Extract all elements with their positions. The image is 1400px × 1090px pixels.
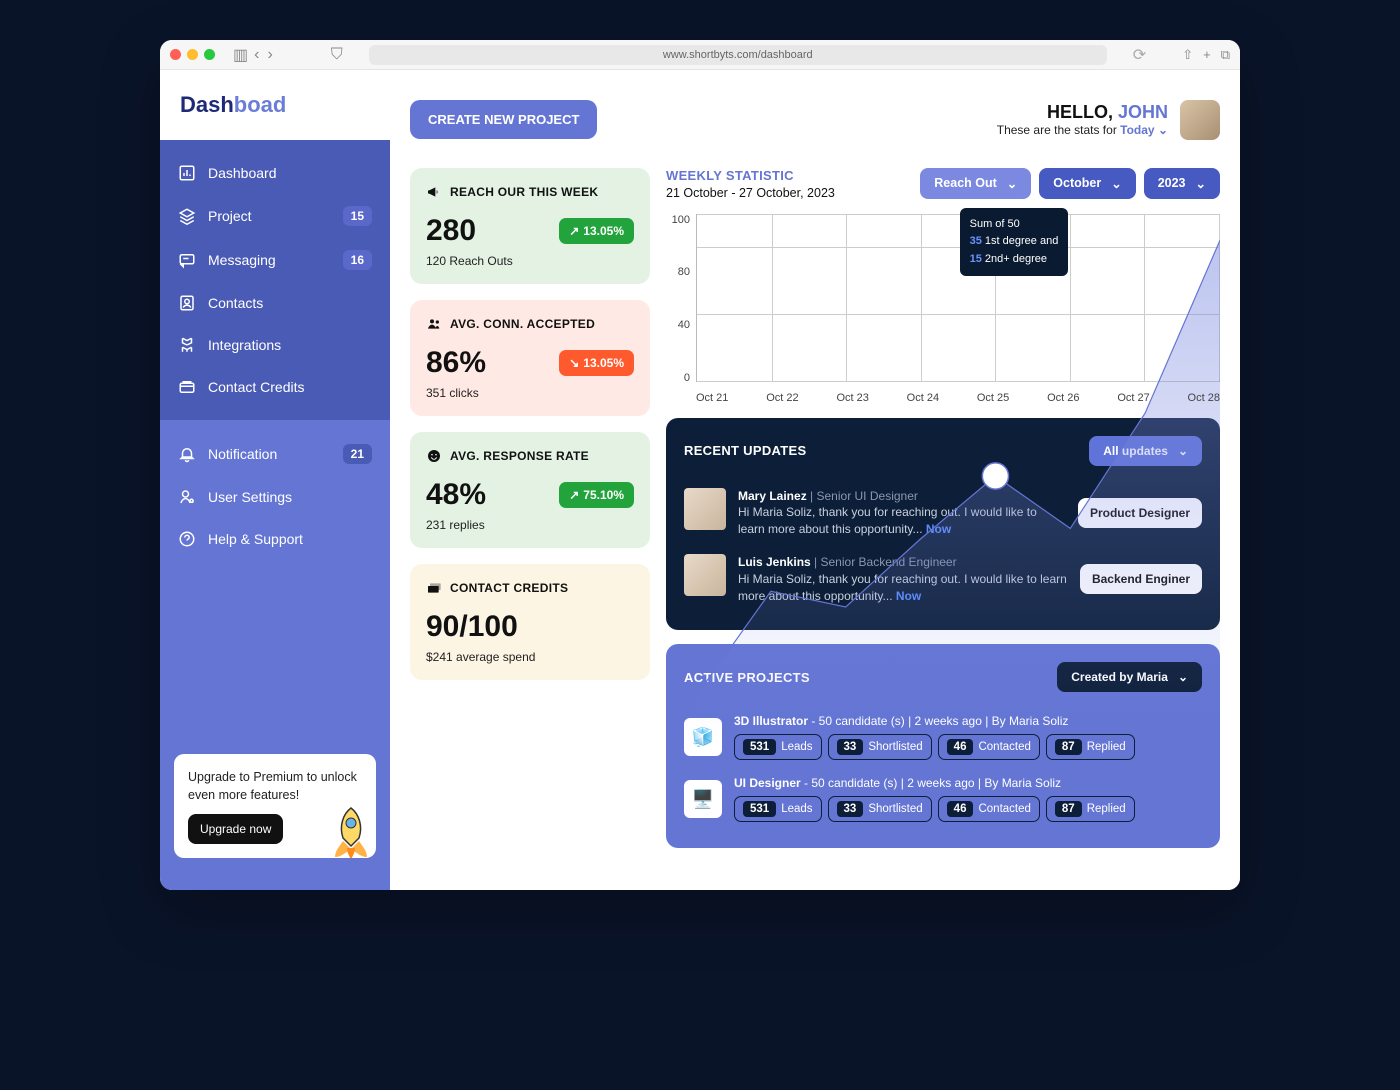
stat-value: 280 xyxy=(426,214,476,248)
user-name: JOHN xyxy=(1118,102,1168,122)
sidebar-item-dashboard[interactable]: Dashboard xyxy=(160,152,390,194)
upgrade-text: Upgrade to Premium to unlock even more f… xyxy=(188,768,362,804)
sidebar-item-help-support[interactable]: Help & Support xyxy=(160,518,390,560)
rocket-icon xyxy=(321,803,376,858)
stat-sub: $241 average spend xyxy=(426,650,634,664)
megaphone-icon xyxy=(426,184,442,200)
sidebar-toggle-icon[interactable]: ▥ xyxy=(233,45,248,65)
stat-sub: 351 clicks xyxy=(426,386,634,400)
forward-icon[interactable]: › xyxy=(267,46,272,64)
stat-reach: REACH OUR THIS WEEK 280↗13.05% 120 Reach… xyxy=(410,168,650,284)
users-icon xyxy=(426,316,442,332)
stat-response-rate: AVG. RESPONSE RATE 48%↗75.10% 231 replie… xyxy=(410,432,650,548)
chip-replied: 87Replied xyxy=(1046,734,1135,760)
delta-chip: ↗75.10% xyxy=(559,482,634,508)
sidebar-item-label: Integrations xyxy=(208,337,281,353)
chevron-down-icon: ⌄ xyxy=(1196,176,1206,191)
upgrade-now-button[interactable]: Upgrade now xyxy=(188,814,283,844)
reload-icon[interactable]: ⟳ xyxy=(1133,45,1146,65)
minimize-window-icon[interactable] xyxy=(187,49,198,60)
sidebar-item-project[interactable]: Project 15 xyxy=(160,194,390,238)
stat-sub: 231 replies xyxy=(426,518,634,532)
avatar[interactable] xyxy=(1180,100,1220,140)
sidebar-item-contact-credits[interactable]: Contact Credits xyxy=(160,366,390,408)
stat-value: 86% xyxy=(426,346,486,380)
chart-range: 21 October - 27 October, 2023 xyxy=(666,186,835,200)
delta-chip: ↗13.05% xyxy=(559,218,634,244)
back-icon[interactable]: ‹ xyxy=(254,46,259,64)
user-settings-icon xyxy=(178,488,196,506)
badge: 21 xyxy=(343,444,372,464)
stat-contact-credits: CONTACT CREDITS 90/100 $241 average spen… xyxy=(410,564,650,680)
maximize-window-icon[interactable] xyxy=(204,49,215,60)
chip-leads: 531Leads xyxy=(734,734,822,760)
integration-icon xyxy=(178,336,196,354)
sidebar-item-label: Notification xyxy=(208,446,277,462)
chart-title: WEEKLY STATISTIC xyxy=(666,168,835,183)
stat-conn-accepted: AVG. CONN. ACCEPTED 86%↘13.05% 351 click… xyxy=(410,300,650,416)
chip-leads: 531Leads xyxy=(734,796,822,822)
app-logo: Dashboad xyxy=(160,70,390,140)
new-tab-icon[interactable]: + xyxy=(1203,47,1211,63)
filter-year[interactable]: 2023⌄ xyxy=(1144,168,1220,199)
stat-value: 90/100 xyxy=(426,610,634,644)
project-title: UI Designer - 50 candidate (s) | 2 weeks… xyxy=(734,776,1202,790)
filter-reach-out[interactable]: Reach Out⌄ xyxy=(920,168,1031,199)
share-icon[interactable]: ⇧ xyxy=(1182,47,1193,63)
filter-month[interactable]: October⌄ xyxy=(1039,168,1135,199)
tabs-icon[interactable]: ⧉ xyxy=(1221,47,1230,63)
project-row[interactable]: 🖥️ UI Designer - 50 candidate (s) | 2 wee… xyxy=(684,768,1202,830)
chip-contacted: 46Contacted xyxy=(938,734,1040,760)
weekly-chart[interactable]: 10080400 Oct 21Oct 22Oct 23Oct 24Oct 25O… xyxy=(666,214,1220,404)
badge: 15 xyxy=(343,206,372,226)
help-icon xyxy=(178,530,196,548)
url-bar[interactable]: www.shortbyts.com/dashboard xyxy=(369,45,1107,65)
stat-value: 48% xyxy=(426,478,486,512)
hello-label: HELLO, xyxy=(1047,102,1118,122)
chart-tooltip: Sum of 50 35 1st degree and 15 2nd+ degr… xyxy=(960,208,1069,277)
sidebar-item-user-settings[interactable]: User Settings xyxy=(160,476,390,518)
smile-icon xyxy=(426,448,442,464)
upgrade-card: Upgrade to Premium to unlock even more f… xyxy=(174,754,376,858)
badge: 16 xyxy=(343,250,372,270)
browser-titlebar: ▥ ‹ › ⛉ www.shortbyts.com/dashboard ⟳ ⇧ … xyxy=(160,40,1240,70)
chart-icon xyxy=(178,164,196,182)
sidebar-item-label: Contacts xyxy=(208,295,263,311)
bell-icon xyxy=(178,445,196,463)
sidebar-item-notification[interactable]: Notification 21 xyxy=(160,432,390,476)
sidebar-item-integrations[interactable]: Integrations xyxy=(160,324,390,366)
sidebar-item-label: Help & Support xyxy=(208,531,303,547)
sidebar-item-label: Contact Credits xyxy=(208,379,304,395)
cards-icon xyxy=(426,580,442,596)
wallet-icon xyxy=(178,378,196,396)
sidebar-item-contacts[interactable]: Contacts xyxy=(160,282,390,324)
message-icon xyxy=(178,251,196,269)
sidebar-item-label: Messaging xyxy=(208,252,276,268)
shield-icon[interactable]: ⛉ xyxy=(331,46,343,64)
delta-chip: ↘13.05% xyxy=(559,350,634,376)
chip-replied: 87Replied xyxy=(1046,796,1135,822)
layers-icon xyxy=(178,207,196,225)
create-new-project-button[interactable]: CREATE NEW PROJECT xyxy=(410,100,597,139)
chevron-down-icon: ⌄ xyxy=(1111,176,1121,191)
greeting: HELLO, JOHN These are the stats for Toda… xyxy=(997,100,1220,140)
close-window-icon[interactable] xyxy=(170,49,181,60)
contact-icon xyxy=(178,294,196,312)
sidebar-item-label: User Settings xyxy=(208,489,292,505)
chip-contacted: 46Contacted xyxy=(938,796,1040,822)
sidebar-item-messaging[interactable]: Messaging 16 xyxy=(160,238,390,282)
chip-shortlisted: 33Shortlisted xyxy=(828,796,932,822)
range-dropdown[interactable]: Today ⌄ xyxy=(1120,123,1168,137)
project-icon: 🖥️ xyxy=(684,780,722,818)
stat-sub: 120 Reach Outs xyxy=(426,254,634,268)
sidebar-item-label: Project xyxy=(208,208,252,224)
chevron-down-icon: ⌄ xyxy=(1007,176,1017,191)
sidebar-item-label: Dashboard xyxy=(208,165,277,181)
chip-shortlisted: 33Shortlisted xyxy=(828,734,932,760)
